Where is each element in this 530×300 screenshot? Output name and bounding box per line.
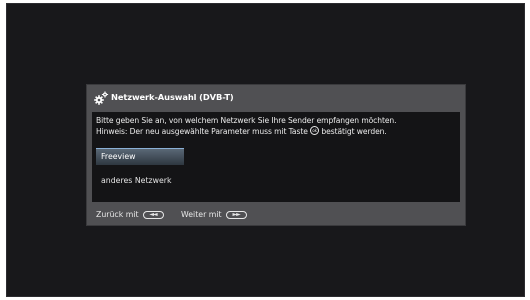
instruction-line-1: Bitte geben Sie an, von welchem Netzwerk… <box>96 116 397 125</box>
fast-forward-key-glyph: ►► <box>232 210 240 218</box>
dialog-footer: Zurück mit ◄◄ Weiter mit ►► <box>87 205 465 225</box>
gear-icon <box>94 91 109 105</box>
instruction-text: Bitte geben Sie an, von welchem Netzwerk… <box>96 116 397 137</box>
instruction-line-2: Hinweis: Der neu ausgewählte Parameter m… <box>96 125 396 137</box>
back-hint[interactable]: Zurück mit ◄◄ <box>96 210 164 219</box>
next-label: Weiter mit <box>181 210 222 219</box>
back-label: Zurück mit <box>96 210 139 219</box>
ok-key-icon <box>310 125 320 135</box>
instruction-hint-suffix: bestätigt werden. <box>319 126 387 136</box>
instruction-hint-text: Hinweis: Der neu ausgewählte Parameter m… <box>96 126 311 136</box>
network-option-other[interactable]: anderes Netzwerk <box>96 173 184 189</box>
fast-forward-key-icon: ►► <box>225 210 247 219</box>
network-option-freeview[interactable]: Freeview <box>96 148 184 165</box>
dialog-title: Netzwerk-Auswahl (DVB-T) <box>111 92 234 102</box>
rewind-key-icon: ◄◄ <box>142 210 164 219</box>
rewind-key-glyph: ◄◄ <box>149 210 157 218</box>
dialog-header: Netzwerk-Auswahl (DVB-T) <box>87 85 465 111</box>
dialog-body: Bitte geben Sie an, von welchem Netzwerk… <box>92 112 460 202</box>
network-selection-dialog: Netzwerk-Auswahl (DVB-T) Bitte geben Sie… <box>87 85 465 225</box>
next-hint[interactable]: Weiter mit ►► <box>181 210 247 219</box>
tv-screen: Netzwerk-Auswahl (DVB-T) Bitte geben Sie… <box>6 3 525 297</box>
